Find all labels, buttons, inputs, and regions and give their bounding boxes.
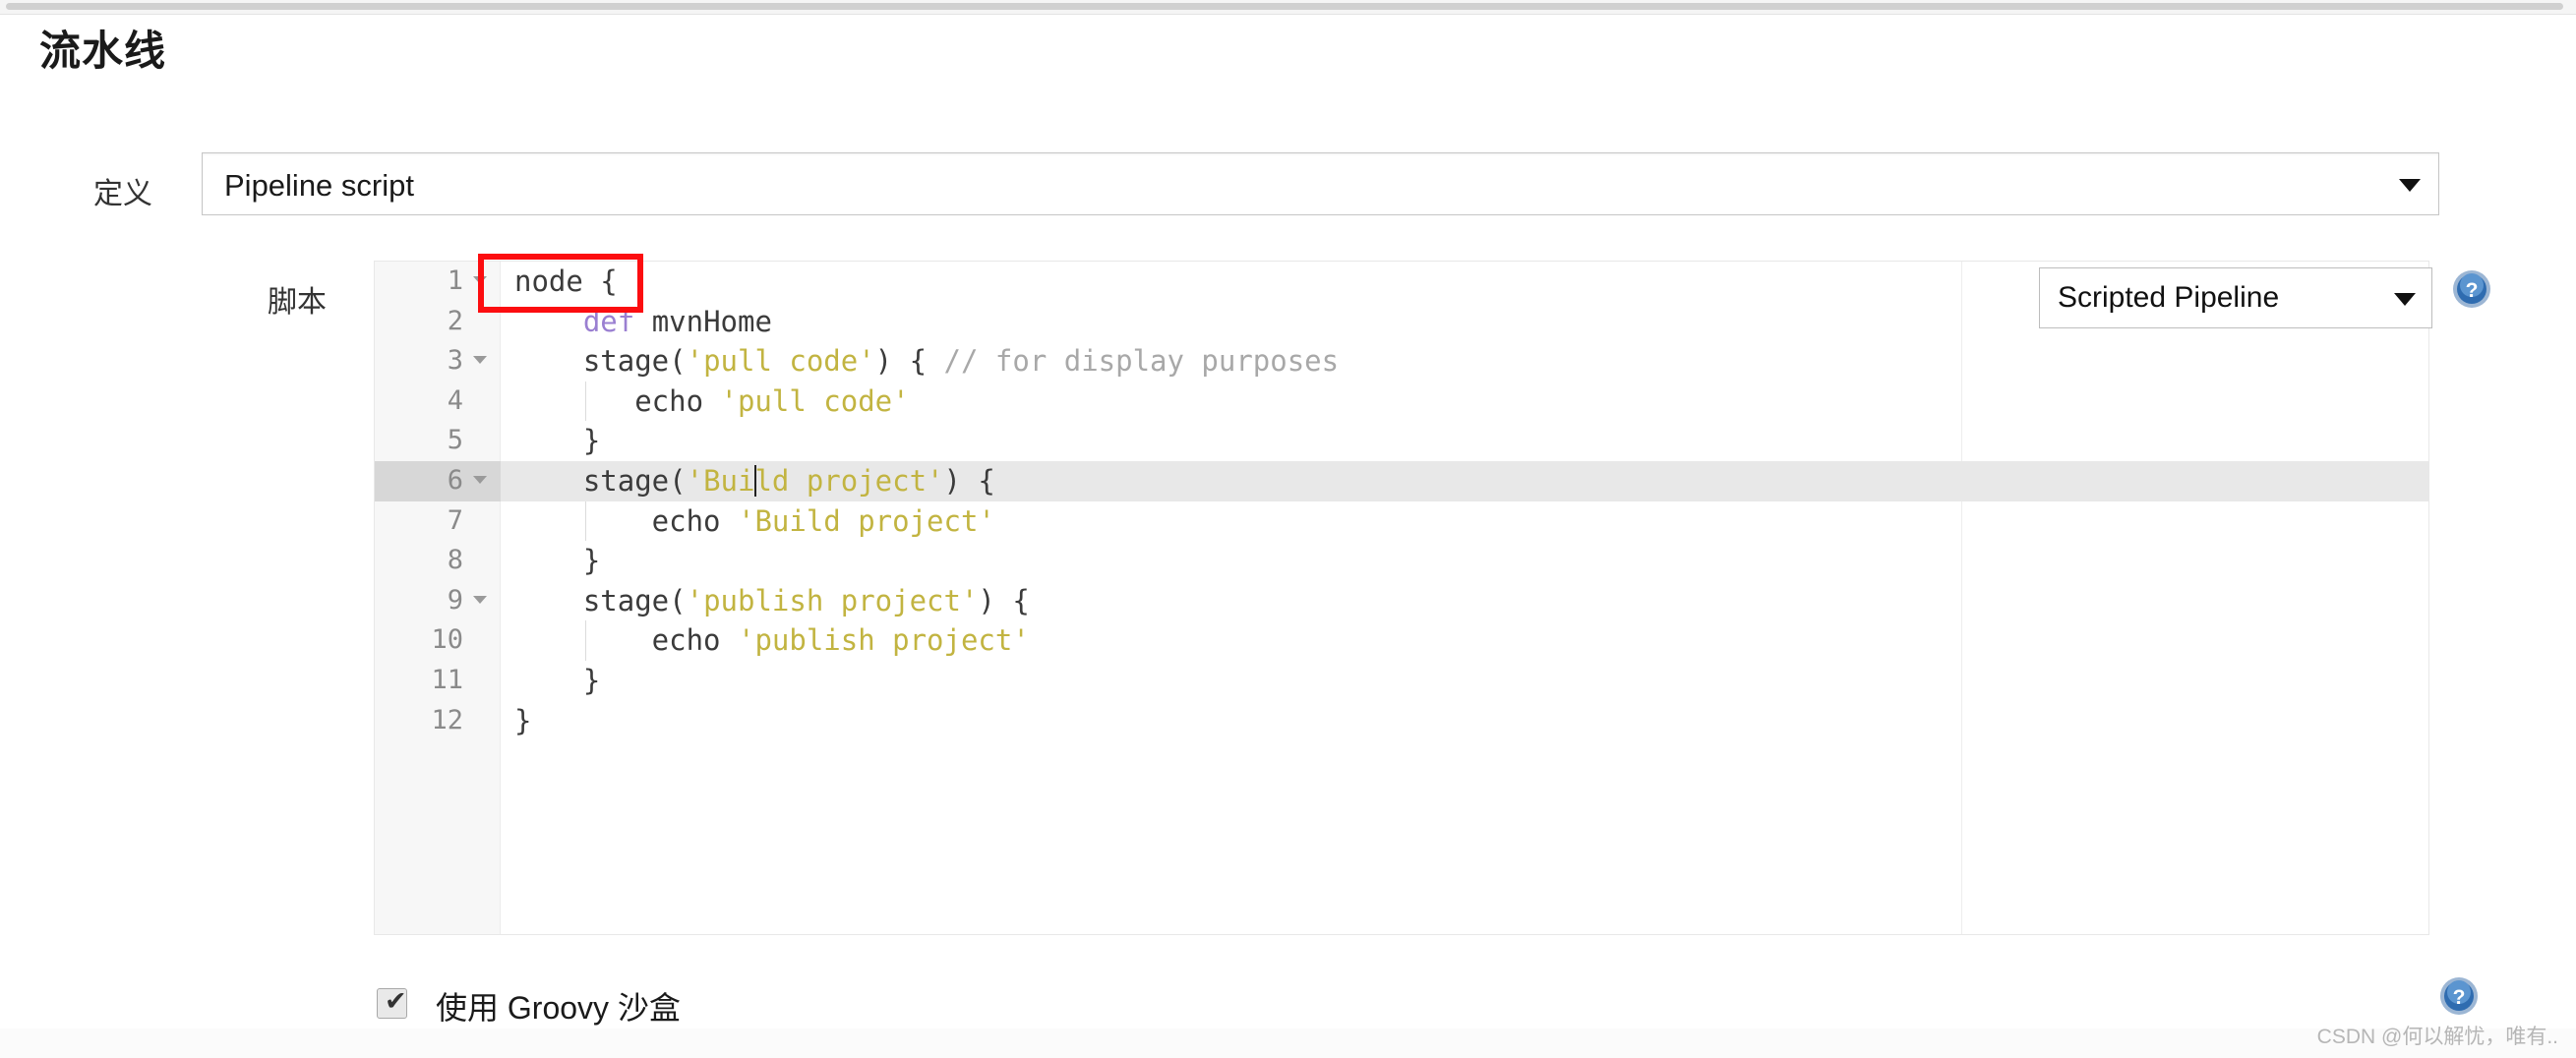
- line-number: 4: [447, 384, 463, 416]
- fold-arrow-icon[interactable]: [473, 276, 487, 284]
- definition-label: 定义: [93, 178, 152, 210]
- code-line-text: echo 'pull code': [514, 383, 910, 418]
- line-number: 9: [447, 584, 463, 616]
- line-number-cell: 7: [375, 501, 501, 542]
- indent-guide: [584, 381, 586, 422]
- line-number-cell: 10: [375, 620, 501, 661]
- chevron-down-icon: [2394, 293, 2416, 306]
- code-line[interactable]: 6 stage('Build project') {: [375, 460, 2428, 501]
- indent-guide: [584, 620, 586, 661]
- svg-text:?: ?: [2466, 279, 2479, 302]
- code-line-text: }: [514, 663, 601, 697]
- code-line-text: }: [514, 544, 601, 578]
- definition-select[interactable]: Pipeline script: [202, 152, 2439, 215]
- pipeline-type-value: Scripted Pipeline: [2058, 281, 2280, 314]
- fold-arrow-icon[interactable]: [473, 356, 487, 365]
- line-number: 2: [447, 305, 463, 336]
- watermark: CSDN @何以解忧，唯有..: [2316, 1026, 2558, 1048]
- line-number: 6: [447, 464, 463, 496]
- definition-select-value: Pipeline script: [224, 168, 414, 203]
- line-number-cell: 9: [375, 581, 501, 621]
- line-number-cell: 5: [375, 421, 501, 461]
- line-number-cell: 3: [375, 341, 501, 382]
- code-line[interactable]: 8 }: [375, 541, 2428, 581]
- scrollbar-thumb[interactable]: [6, 3, 2563, 10]
- script-code-editor[interactable]: 1 node {2 def mvnHome 3 stage('pull code')…: [374, 261, 2429, 935]
- line-number: 8: [447, 545, 463, 576]
- line-number-cell: 12: [375, 701, 501, 741]
- code-line[interactable]: 9 stage('publish project') {: [375, 581, 2428, 621]
- line-number-cell: 8: [375, 541, 501, 581]
- code-line[interactable]: 12}: [375, 701, 2428, 741]
- svg-text:?: ?: [2453, 986, 2466, 1009]
- fold-arrow-icon[interactable]: [473, 595, 487, 604]
- page-bottom-bar: [0, 1029, 2576, 1058]
- line-number-cell: 6: [375, 460, 501, 501]
- code-line[interactable]: 3 stage('pull code') { // for display pu…: [375, 341, 2428, 382]
- page-scrollbar-top[interactable]: [0, 0, 2576, 15]
- code-line-text: stage('publish project') {: [514, 583, 1030, 617]
- groovy-sandbox-checkbox[interactable]: ✔: [377, 986, 407, 1019]
- definition-row: 定义 Pipeline script: [0, 152, 2576, 219]
- line-number-cell: 1: [375, 262, 501, 302]
- line-number-cell: 4: [375, 382, 501, 422]
- code-line[interactable]: 5 }: [375, 421, 2428, 461]
- line-number: 3: [447, 345, 463, 377]
- script-label: 脚本: [268, 286, 327, 319]
- code-line-text: }: [514, 703, 532, 737]
- line-number: 7: [447, 504, 463, 536]
- line-number: 11: [431, 664, 463, 695]
- code-line-text: }: [514, 424, 601, 458]
- line-number-cell: 2: [375, 302, 501, 342]
- chevron-down-icon: [2399, 179, 2421, 192]
- code-line[interactable]: 10 echo 'publish project': [375, 620, 2428, 661]
- line-number: 12: [431, 704, 463, 735]
- page-title: 流水线: [39, 28, 167, 74]
- fold-arrow-icon[interactable]: [473, 475, 487, 484]
- code-line-text: echo 'Build project': [514, 503, 995, 538]
- code-line-text: echo 'publish project': [514, 623, 1030, 658]
- line-number: 10: [431, 624, 463, 656]
- code-line[interactable]: 4 echo 'pull code': [375, 381, 2428, 422]
- code-line-text: stage('pull code') { // for display purp…: [514, 344, 1340, 379]
- indent-guide: [584, 500, 586, 542]
- groovy-sandbox-label: 使用 Groovy 沙盒: [436, 990, 681, 1026]
- question-mark-circle-icon[interactable]: ?: [2452, 269, 2491, 309]
- code-line[interactable]: 7 echo 'Build project': [375, 500, 2428, 542]
- code-line-text: def mvnHome: [582, 304, 772, 338]
- editor-code-area[interactable]: 1 node {2 def mvnHome 3 stage('pull code')…: [375, 262, 2428, 934]
- line-number: 5: [447, 425, 463, 456]
- line-number-cell: 11: [375, 661, 501, 701]
- line-number: 1: [447, 265, 463, 296]
- code-line-text: node {: [514, 264, 618, 298]
- text-cursor: [754, 464, 757, 497]
- code-line[interactable]: 11 }: [375, 661, 2428, 701]
- pipeline-type-select[interactable]: Scripted Pipeline: [2039, 267, 2432, 328]
- question-mark-circle-icon[interactable]: ?: [2439, 976, 2479, 1016]
- check-icon: ✔: [385, 986, 407, 1017]
